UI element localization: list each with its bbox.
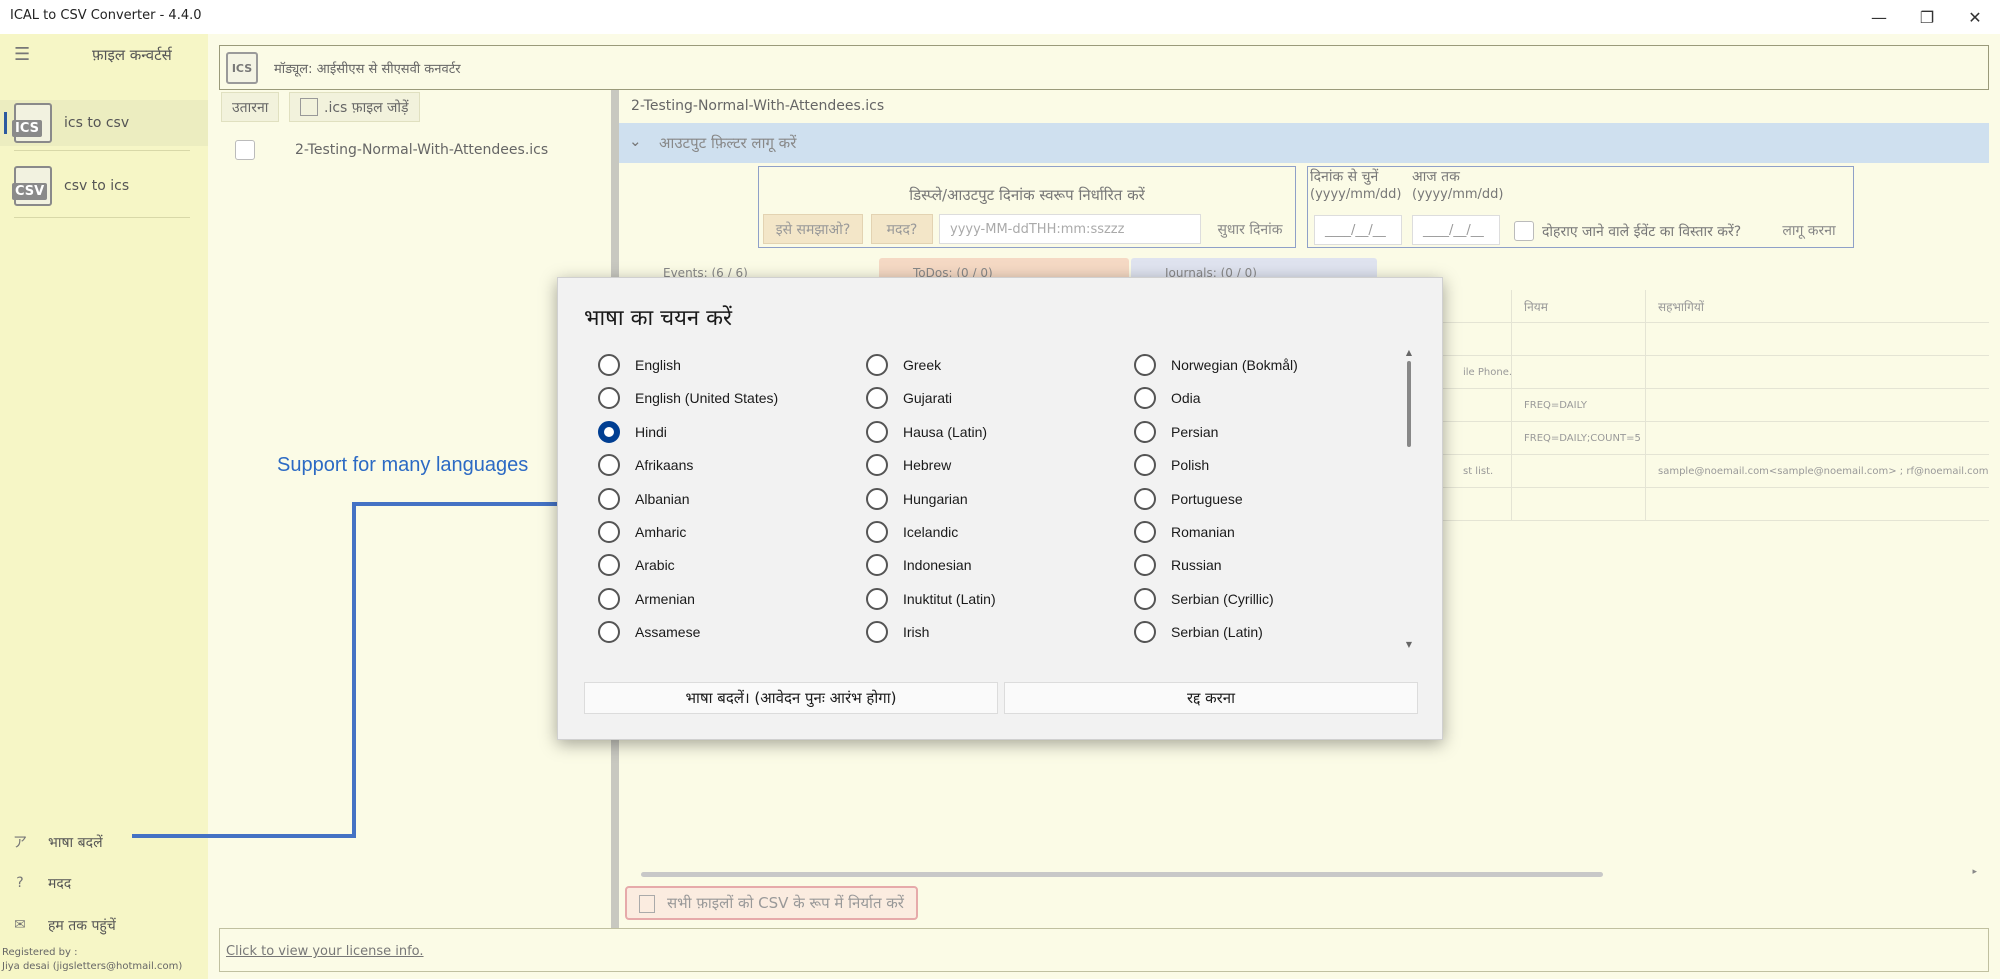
language-label: Polish xyxy=(1171,457,1210,473)
language-option[interactable]: Gujarati xyxy=(866,386,952,410)
language-label: Icelandic xyxy=(903,524,959,540)
language-option[interactable]: Armenian xyxy=(598,587,695,611)
language-option[interactable]: English (United States) xyxy=(598,386,778,410)
radio-button[interactable] xyxy=(866,621,888,643)
radio-button[interactable] xyxy=(866,588,888,610)
language-option[interactable]: Hungarian xyxy=(866,487,968,511)
dialog-title: भाषा का चयन करें xyxy=(584,306,732,331)
language-option[interactable]: Greek xyxy=(866,353,941,377)
language-option[interactable]: Inuktitut (Latin) xyxy=(866,587,996,611)
radio-button[interactable] xyxy=(866,521,888,543)
language-label: Hausa (Latin) xyxy=(903,424,988,440)
radio-button[interactable] xyxy=(598,387,620,409)
radio-button[interactable] xyxy=(866,354,888,376)
language-option[interactable]: Hebrew xyxy=(866,453,951,477)
radio-button[interactable] xyxy=(598,621,620,643)
language-option[interactable]: Assamese xyxy=(598,620,700,644)
radio-button[interactable] xyxy=(598,554,620,576)
radio-button[interactable] xyxy=(1134,588,1156,610)
language-label: Afrikaans xyxy=(635,457,694,473)
radio-button[interactable] xyxy=(866,454,888,476)
scroll-up-icon[interactable]: ▲ xyxy=(1404,348,1414,357)
radio-button[interactable] xyxy=(598,454,620,476)
radio-button[interactable] xyxy=(1134,521,1156,543)
radio-button[interactable] xyxy=(598,354,620,376)
arrow-line xyxy=(132,502,562,838)
language-option[interactable]: Romanian xyxy=(1134,520,1235,544)
language-label: Hungarian xyxy=(903,491,968,507)
cancel-button[interactable]: रद्द करना xyxy=(1004,682,1418,714)
language-label: Arabic xyxy=(635,557,675,573)
language-label: Gujarati xyxy=(903,390,953,406)
language-label: Armenian xyxy=(635,591,695,607)
language-label: Albanian xyxy=(635,491,690,507)
language-option[interactable]: Serbian (Latin) xyxy=(1134,620,1263,644)
radio-button[interactable] xyxy=(598,421,620,443)
language-option[interactable]: Odia xyxy=(1134,386,1201,410)
language-selection-dialog: भाषा का चयन करें English English (United … xyxy=(557,277,1443,740)
language-option[interactable]: English xyxy=(598,353,681,377)
radio-button[interactable] xyxy=(1134,554,1156,576)
language-option[interactable]: Amharic xyxy=(598,520,686,544)
radio-button[interactable] xyxy=(1134,454,1156,476)
language-label: Hebrew xyxy=(903,457,952,473)
language-options: English English (United States) Hindi Afrik… xyxy=(598,353,1398,643)
language-option[interactable]: Polish xyxy=(1134,453,1209,477)
language-label: Indonesian xyxy=(903,557,972,573)
language-label: Norwegian (Bokmål) xyxy=(1171,357,1298,373)
language-label: Serbian (Cyrillic) xyxy=(1171,591,1274,607)
radio-button[interactable] xyxy=(866,387,888,409)
radio-button[interactable] xyxy=(1134,421,1156,443)
language-option[interactable]: Hausa (Latin) xyxy=(866,420,987,444)
radio-button[interactable] xyxy=(1134,387,1156,409)
radio-button[interactable] xyxy=(598,521,620,543)
language-label: English (United States) xyxy=(635,390,779,406)
language-option[interactable]: Indonesian xyxy=(866,553,972,577)
language-label: Romanian xyxy=(1171,524,1235,540)
radio-button[interactable] xyxy=(866,488,888,510)
language-label: Irish xyxy=(903,624,930,640)
language-option[interactable]: Serbian (Cyrillic) xyxy=(1134,587,1274,611)
language-label: Assamese xyxy=(635,624,701,640)
radio-button[interactable] xyxy=(598,588,620,610)
change-language-button[interactable]: भाषा बदलें। (आवेदन पुनः आरंभ होगा) xyxy=(584,682,998,714)
language-option[interactable]: Afrikaans xyxy=(598,453,693,477)
language-label: Greek xyxy=(903,357,942,373)
language-label: Russian xyxy=(1171,557,1222,573)
language-label: Persian xyxy=(1171,424,1219,440)
language-option[interactable]: Albanian xyxy=(598,487,690,511)
radio-button[interactable] xyxy=(1134,621,1156,643)
radio-button[interactable] xyxy=(1134,354,1156,376)
language-label: Odia xyxy=(1171,390,1201,406)
language-label: Amharic xyxy=(635,524,687,540)
language-label: Inuktitut (Latin) xyxy=(903,591,996,607)
radio-button[interactable] xyxy=(598,488,620,510)
language-option[interactable]: Hindi xyxy=(598,420,667,444)
scrollbar-thumb[interactable] xyxy=(1407,361,1411,447)
scroll-down-icon[interactable]: ▼ xyxy=(1404,640,1414,649)
language-option[interactable]: Russian xyxy=(1134,553,1222,577)
language-option[interactable]: Portuguese xyxy=(1134,487,1243,511)
language-option[interactable]: Icelandic xyxy=(866,520,958,544)
language-option[interactable]: Arabic xyxy=(598,553,675,577)
language-label: Portuguese xyxy=(1171,491,1243,507)
radio-button[interactable] xyxy=(866,421,888,443)
language-option[interactable]: Norwegian (Bokmål) xyxy=(1134,353,1298,377)
language-option[interactable]: Persian xyxy=(1134,420,1218,444)
language-label: English xyxy=(635,357,681,373)
language-label: Hindi xyxy=(635,424,667,440)
language-option[interactable]: Irish xyxy=(866,620,929,644)
radio-button[interactable] xyxy=(1134,488,1156,510)
language-label: Serbian (Latin) xyxy=(1171,624,1263,640)
radio-button[interactable] xyxy=(866,554,888,576)
vertical-scrollbar[interactable]: ▲ ▼ xyxy=(1404,348,1414,650)
